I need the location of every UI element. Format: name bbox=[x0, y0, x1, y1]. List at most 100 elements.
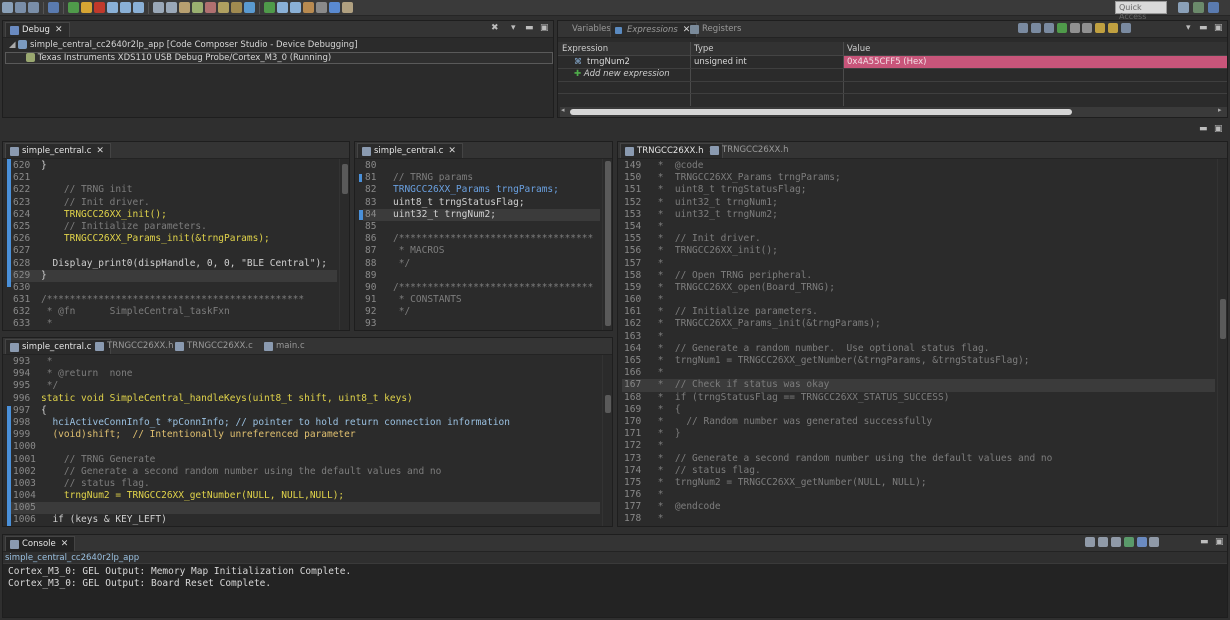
editor-minimize-icon[interactable]: ▬ bbox=[1199, 124, 1208, 134]
column-expression[interactable]: Expression bbox=[562, 44, 608, 54]
scroll-thumb[interactable] bbox=[570, 109, 1072, 115]
tab-expressions[interactable]: Expressions ✕ bbox=[610, 22, 698, 37]
step-return-icon[interactable] bbox=[133, 2, 144, 13]
maximize-icon[interactable]: ▣ bbox=[1214, 23, 1223, 33]
tab-label: main.c bbox=[276, 341, 305, 351]
add-expression-icon[interactable] bbox=[1056, 23, 1067, 33]
code-view[interactable]: 149 * @code 150 * TRNGCC26XX_Params trng… bbox=[622, 160, 1215, 526]
registers-icon[interactable] bbox=[166, 2, 177, 13]
perspective-icon[interactable] bbox=[1178, 2, 1189, 13]
horizontal-scrollbar[interactable]: ◂ ▸ bbox=[560, 106, 1227, 117]
link-icon[interactable] bbox=[1030, 23, 1041, 33]
expression-row[interactable]: ⌘ trngNum2 unsigned int 0x4A55CFF5 (Hex) bbox=[558, 56, 1227, 68]
code-view[interactable]: 80 81// TRNG params 82 TRNGCC26XX_Params … bbox=[363, 160, 600, 330]
ccs-edit-perspective-icon[interactable] bbox=[1193, 2, 1204, 13]
reset-icon[interactable] bbox=[205, 2, 216, 13]
close-icon[interactable]: ✕ bbox=[61, 539, 69, 549]
pin-icon[interactable] bbox=[1095, 23, 1106, 33]
debug-session-item[interactable]: ◢ simple_central_cc2640r2lp_app [Code Co… bbox=[9, 40, 358, 50]
copy-icon[interactable] bbox=[1085, 537, 1095, 547]
save-all-icon[interactable] bbox=[28, 2, 39, 13]
editor-tabbar: TRNGCC26XX.h✕ TRNGCC26XX.h bbox=[618, 142, 1227, 159]
open-console-icon[interactable] bbox=[1149, 537, 1160, 547]
column-value[interactable]: Value bbox=[847, 44, 870, 54]
remove-icon[interactable] bbox=[1069, 23, 1080, 33]
minimize-icon[interactable]: ▬ bbox=[525, 23, 534, 33]
tab-trngcc26xx-c[interactable]: TRNGCC26XX.c bbox=[171, 339, 259, 354]
quick-access-input[interactable]: Quick Access bbox=[1115, 1, 1167, 21]
close-icon[interactable]: ✕ bbox=[55, 25, 63, 35]
vertical-scrollbar[interactable] bbox=[602, 159, 612, 330]
tools-icon[interactable] bbox=[303, 2, 314, 13]
layout-icon[interactable] bbox=[1043, 23, 1054, 33]
tab-simple-central-c[interactable]: simple_central.c ✕ bbox=[357, 143, 463, 158]
pen-icon[interactable] bbox=[342, 2, 353, 13]
resume-icon[interactable] bbox=[68, 2, 79, 13]
debug-icon[interactable] bbox=[48, 2, 59, 13]
tab-console[interactable]: Console ✕ bbox=[5, 536, 76, 551]
code-view[interactable]: 620} 621 622 // TRNG init 623 // Init dr… bbox=[11, 160, 337, 330]
code-line: 994 * @return none bbox=[13, 368, 133, 380]
minimize-icon[interactable]: ▬ bbox=[1199, 23, 1208, 33]
display-console-icon[interactable] bbox=[1136, 537, 1147, 547]
remove-terminated-icon[interactable]: ✖ bbox=[491, 23, 499, 33]
scroll-thumb[interactable] bbox=[342, 164, 348, 194]
step-over-asm-icon[interactable] bbox=[290, 2, 301, 13]
terminate-icon[interactable] bbox=[94, 2, 105, 13]
scroll-thumb[interactable] bbox=[605, 395, 611, 413]
add-new-expression[interactable]: ✚ Add new expression bbox=[574, 69, 670, 79]
editor-maximize-icon[interactable]: ▣ bbox=[1214, 124, 1223, 134]
vertical-scrollbar[interactable] bbox=[1217, 159, 1227, 526]
tab-debug[interactable]: Debug ✕ bbox=[5, 22, 70, 37]
minimize-icon[interactable]: ▬ bbox=[1200, 537, 1209, 547]
new-file-icon[interactable] bbox=[2, 2, 13, 13]
scroll-left-icon[interactable]: ◂ bbox=[561, 106, 565, 114]
tab-trngcc26xx-h[interactable]: TRNGCC26XX.h bbox=[91, 339, 179, 354]
clear-console-icon[interactable] bbox=[1097, 537, 1108, 547]
code-line: 149 * @code bbox=[624, 160, 704, 171]
restart-icon[interactable] bbox=[192, 2, 203, 13]
column-type[interactable]: Type bbox=[694, 44, 714, 54]
code-view[interactable]: 993 * 994 * @return none 995 */ 996 stati… bbox=[11, 356, 600, 526]
info-icon[interactable] bbox=[329, 2, 340, 13]
suspend-icon[interactable] bbox=[81, 2, 92, 13]
expression-value[interactable]: 0x4A55CFF5 (Hex) bbox=[844, 56, 1227, 68]
ccs-debug-perspective-icon[interactable] bbox=[1208, 2, 1219, 13]
view-menu-icon[interactable]: ▾ bbox=[1186, 23, 1191, 33]
view-menu-icon[interactable]: ▾ bbox=[511, 23, 516, 33]
memory-icon[interactable] bbox=[153, 2, 164, 13]
scroll-right-icon[interactable]: ▸ bbox=[1218, 106, 1222, 114]
remove-all-icon[interactable] bbox=[1082, 23, 1093, 33]
run-icon[interactable] bbox=[264, 2, 275, 13]
refresh-icon[interactable] bbox=[1108, 23, 1119, 33]
vertical-scrollbar[interactable] bbox=[602, 355, 612, 526]
terminal-icon[interactable] bbox=[316, 2, 327, 13]
scroll-lock-icon[interactable] bbox=[1110, 537, 1121, 547]
scroll-thumb[interactable] bbox=[605, 161, 611, 326]
collapse-icon[interactable] bbox=[1018, 23, 1028, 33]
tab-simple-central-c[interactable]: simple_central.c ✕ bbox=[5, 143, 111, 158]
maximize-icon[interactable]: ▣ bbox=[540, 23, 549, 33]
format-icon[interactable] bbox=[1121, 23, 1131, 33]
debug-config-icon[interactable] bbox=[244, 2, 255, 13]
debug-probe-item[interactable]: Texas Instruments XDS110 USB Debug Probe… bbox=[5, 52, 553, 64]
build-icon[interactable] bbox=[231, 2, 242, 13]
flash-icon[interactable] bbox=[179, 2, 190, 13]
pin-console-icon[interactable] bbox=[1123, 537, 1134, 547]
step-into-icon[interactable] bbox=[107, 2, 118, 13]
scroll-thumb[interactable] bbox=[1220, 299, 1226, 339]
tab-main-c[interactable]: main.c bbox=[260, 339, 311, 354]
vertical-scrollbar[interactable] bbox=[339, 159, 349, 330]
close-icon[interactable]: ✕ bbox=[448, 146, 456, 156]
save-icon[interactable] bbox=[15, 2, 26, 13]
expand-arrow-icon[interactable]: ◢ bbox=[9, 40, 16, 50]
tab-trngcc26xx-h-2[interactable]: TRNGCC26XX.h bbox=[706, 143, 794, 158]
close-icon[interactable]: ✕ bbox=[96, 146, 104, 156]
maximize-icon[interactable]: ▣ bbox=[1215, 537, 1224, 547]
load-icon[interactable] bbox=[218, 2, 229, 13]
tab-variables[interactable]: Variables bbox=[560, 22, 617, 37]
tab-registers[interactable]: Registers bbox=[686, 22, 747, 37]
step-icon[interactable] bbox=[277, 2, 288, 13]
code-line: 155 * // Init driver. bbox=[624, 233, 761, 245]
step-over-icon[interactable] bbox=[120, 2, 131, 13]
